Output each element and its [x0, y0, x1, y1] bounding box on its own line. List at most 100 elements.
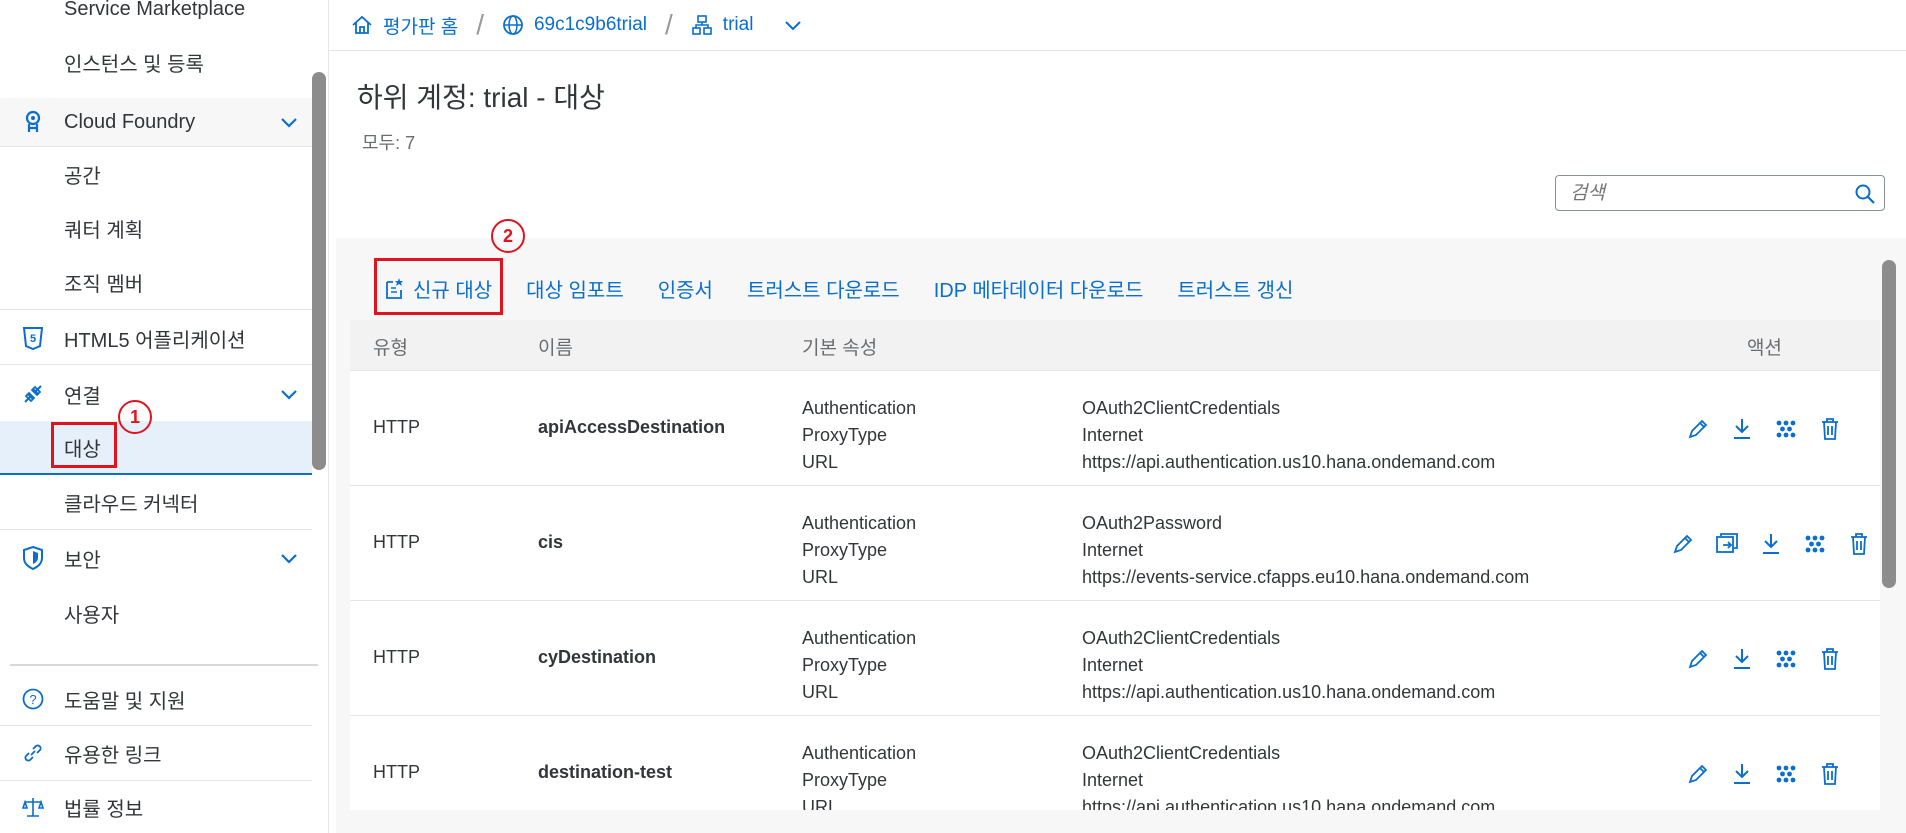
edit-icon[interactable] [1686, 417, 1710, 441]
svg-text:?: ? [29, 692, 36, 707]
table-row[interactable]: HTTP apiAccessDestination Authentication… [350, 371, 1880, 486]
download-icon[interactable] [1730, 417, 1754, 441]
property-name: Authentication [802, 398, 917, 418]
divider [0, 364, 312, 365]
download-idp-metadata-button[interactable]: IDP 메타데이터 다운로드 [934, 274, 1144, 303]
import-destination-label: 대상 임포트 [526, 279, 624, 302]
breadcrumb: 평가판 홈 / 69c1c9b6trial / trial [329, 0, 1906, 51]
row-actions [1671, 532, 1871, 556]
connectivity-icon [20, 381, 46, 407]
breadcrumb-global-account[interactable]: 69c1c9b6trial [502, 14, 647, 36]
certificates-button[interactable]: 인증서 [658, 274, 713, 303]
import-destination-button[interactable]: 대상 임포트 [526, 274, 624, 303]
breadcrumb-subaccount[interactable]: trial [691, 14, 754, 36]
sidebar-item-label: 공간 [64, 165, 101, 188]
sidebar-item-destinations[interactable]: 대상 [0, 421, 312, 475]
download-icon[interactable] [1730, 647, 1754, 671]
annotation-highlight-box [374, 258, 503, 315]
clone-icon[interactable] [1774, 417, 1798, 441]
clone-icon[interactable] [1774, 647, 1798, 671]
sidebar-item-users[interactable]: 사용자 [0, 595, 312, 631]
divider [0, 780, 312, 781]
property-name: Authentication [802, 628, 917, 648]
destination-type: HTTP [373, 532, 420, 552]
chevron-down-icon[interactable] [278, 383, 300, 405]
clone-icon[interactable] [1803, 532, 1827, 556]
annotation-step-number: 1 [129, 406, 140, 427]
chevron-down-icon[interactable] [783, 15, 803, 35]
property-name: Authentication [802, 513, 917, 533]
item-count: 모두: 7 [362, 133, 416, 153]
sidebar-item-cloud-connectors[interactable]: 클라우드 커넥터 [0, 484, 312, 520]
globe-icon [503, 15, 523, 35]
search-field[interactable] [1555, 175, 1885, 211]
export-icon[interactable] [1715, 532, 1739, 556]
download-icon[interactable] [1730, 762, 1754, 786]
sidebar-item-label: 연결 [64, 385, 101, 408]
divider [10, 664, 318, 666]
sidebar-item-label: 유용한 링크 [64, 744, 162, 767]
delete-icon[interactable] [1818, 762, 1842, 786]
property-values: OAuth2ClientCredentials Internet https:/… [1082, 740, 1495, 810]
download-trust-button[interactable]: 트러스트 다운로드 [747, 274, 900, 303]
annotation-step-number: 2 [502, 225, 513, 246]
help-icon: ? [20, 686, 46, 712]
breadcrumb-subaccount-label: trial [722, 14, 754, 35]
sidebar-item-cloud-foundry[interactable]: Cloud Foundry [0, 98, 312, 146]
destination-name[interactable]: destination-test [538, 762, 672, 783]
destination-name[interactable]: cis [538, 532, 563, 553]
sidebar-item-label: 인스턴스 및 등록 [64, 53, 204, 76]
chevron-down-icon[interactable] [278, 547, 300, 569]
sidebar-item-label: 보안 [64, 549, 101, 572]
property-name: URL [802, 567, 839, 587]
delete-icon[interactable] [1818, 647, 1842, 671]
clone-icon[interactable] [1774, 762, 1798, 786]
table-row[interactable]: HTTP cyDestination Authentication ProxyT… [350, 601, 1880, 716]
property-name: URL [802, 452, 839, 472]
delete-icon[interactable] [1847, 532, 1871, 556]
sidebar-item-quota-plans[interactable]: 쿼터 계획 [0, 210, 312, 246]
edit-icon[interactable] [1671, 532, 1695, 556]
edit-icon[interactable] [1686, 762, 1710, 786]
sidebar-item-org-members[interactable]: 조직 멤버 [0, 264, 312, 300]
search-input[interactable] [1568, 180, 1842, 208]
property-value: OAuth2ClientCredentials [1082, 628, 1281, 648]
destination-name[interactable]: apiAccessDestination [538, 417, 725, 438]
sidebar-item-connectivity[interactable]: 연결 [0, 372, 312, 416]
column-header-name[interactable]: 이름 [538, 333, 573, 360]
renew-trust-button[interactable]: 트러스트 갱신 [1177, 274, 1293, 303]
table-scrollbar[interactable] [1882, 260, 1896, 588]
property-name: ProxyType [802, 770, 888, 790]
sidebar-item-help-support[interactable]: ? 도움말 및 지원 [0, 678, 312, 720]
column-header-type[interactable]: 유형 [373, 333, 408, 360]
sidebar-item-label: 법률 정보 [64, 798, 144, 821]
hierarchy-icon [691, 15, 712, 35]
table-row[interactable]: HTTP cis Authentication ProxyType URL OA… [350, 486, 1880, 601]
destination-name[interactable]: cyDestination [538, 647, 656, 668]
shield-icon [20, 545, 46, 571]
svg-text:5: 5 [30, 333, 36, 345]
divider [0, 529, 312, 530]
property-value: OAuth2ClientCredentials [1082, 398, 1281, 418]
search-icon[interactable] [1854, 183, 1876, 205]
edit-icon[interactable] [1686, 647, 1710, 671]
download-icon[interactable] [1759, 532, 1783, 556]
column-header-basic-properties[interactable]: 기본 속성 [802, 333, 877, 360]
sidebar-item-service-marketplace[interactable]: Service Marketplace [0, 0, 312, 22]
sidebar-item-security[interactable]: 보안 [0, 536, 312, 580]
property-value: Internet [1082, 425, 1144, 445]
table-row[interactable]: HTTP destination-test Authentication Pro… [350, 716, 1880, 810]
sidebar-item-instances-subscriptions[interactable]: 인스턴스 및 등록 [0, 44, 312, 80]
property-value: https://events-service.cfapps.eu10.hana.… [1082, 567, 1530, 587]
breadcrumb-home[interactable]: 평가판 홈 [351, 12, 458, 39]
sidebar-item-legal-information[interactable]: 법률 정보 [0, 786, 312, 828]
chevron-down-icon[interactable] [278, 111, 300, 133]
sidebar-item-useful-links[interactable]: 유용한 링크 [0, 732, 312, 774]
sidebar-item-html5-applications[interactable]: 5 HTML5 어플리케이션 [0, 316, 312, 360]
property-names: Authentication ProxyType URL [802, 625, 916, 706]
property-values: OAuth2ClientCredentials Internet https:/… [1082, 625, 1495, 706]
sidebar-item-spaces[interactable]: 공간 [0, 156, 312, 192]
property-names: Authentication ProxyType URL [802, 740, 916, 810]
delete-icon[interactable] [1818, 417, 1842, 441]
sidebar-scrollbar[interactable] [312, 72, 326, 470]
